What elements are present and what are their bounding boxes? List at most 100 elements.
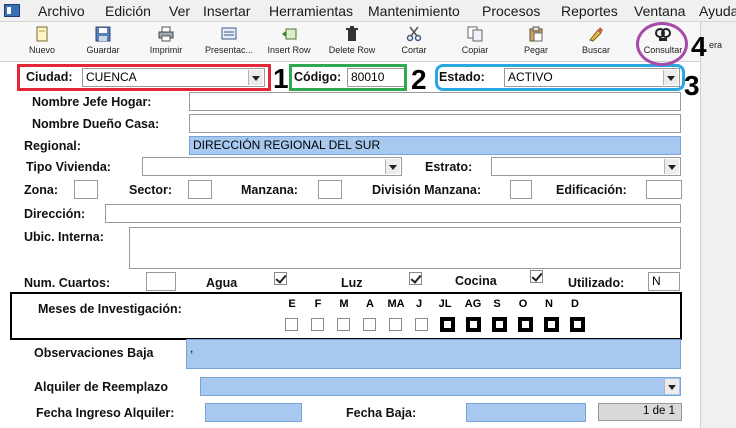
direccion-label: Dirección:	[24, 207, 86, 221]
annotation-circle-4	[636, 22, 688, 66]
new-label: Nuevo	[28, 45, 55, 55]
presentation-button[interactable]: Presentac...	[200, 24, 258, 60]
insert-row-icon	[282, 28, 297, 40]
regional-label: Regional:	[24, 139, 81, 153]
division-manzana-input[interactable]	[510, 180, 532, 199]
presentation-label: Presentac...	[204, 45, 254, 55]
menu-mantenimiento[interactable]: Mantenimiento	[368, 3, 460, 19]
utilizado-input[interactable]: N	[648, 272, 680, 291]
menu-edicion[interactable]: Edición	[105, 3, 151, 19]
paste-label: Pegar	[523, 45, 549, 55]
fecha-ingreso-alquiler-field[interactable]	[205, 403, 302, 422]
menu-ayuda[interactable]: Ayuda	[699, 3, 736, 19]
print-icon	[158, 26, 174, 42]
chevron-down-icon[interactable]	[385, 159, 400, 174]
search-button[interactable]: Buscar	[576, 24, 616, 60]
copy-label: Copiar	[461, 45, 489, 55]
dueno-label: Nombre Dueño Casa:	[32, 117, 160, 131]
dueno-input[interactable]	[189, 114, 681, 133]
menu-ventana[interactable]: Ventana	[634, 3, 685, 19]
menu-procesos[interactable]: Procesos	[482, 3, 540, 19]
annotation-number-3: 3	[684, 70, 700, 101]
save-icon	[95, 26, 111, 42]
delete-row-icon	[346, 26, 358, 41]
mes-checkbox-e[interactable]	[285, 318, 298, 331]
mes-label-e: E	[288, 298, 296, 310]
ubic-interna-label: Ubic. Interna:	[24, 230, 104, 244]
delete-row-button[interactable]: Delete Row	[326, 24, 378, 60]
mes-label-j: J	[415, 298, 423, 310]
estrato-label: Estrato:	[425, 160, 473, 174]
mes-checkbox-n[interactable]	[544, 317, 559, 332]
app-icon[interactable]	[4, 4, 20, 17]
mes-label-n: N	[545, 298, 553, 310]
menu-insertar[interactable]: Insertar	[203, 3, 250, 19]
meses-label: Meses de Investigación:	[38, 302, 182, 316]
menu-herramientas[interactable]: Herramientas	[269, 3, 353, 19]
cocina-checkbox[interactable]	[530, 270, 543, 283]
mes-checkbox-d[interactable]	[570, 317, 585, 332]
paste-icon	[529, 26, 543, 42]
mes-label-s: S	[493, 298, 501, 310]
mes-checkbox-o[interactable]	[518, 317, 533, 332]
tipo-vivienda-combo[interactable]	[142, 157, 402, 176]
manzana-label: Manzana:	[241, 183, 298, 197]
mes-label-d: D	[571, 298, 579, 310]
search-label: Buscar	[581, 45, 610, 55]
mes-checkbox-m[interactable]	[337, 318, 350, 331]
menu-archivo[interactable]: Archivo	[38, 3, 85, 19]
insert-row-label: Insert Row	[267, 45, 311, 55]
direccion-input[interactable]	[105, 204, 681, 223]
ubic-interna-textarea[interactable]	[129, 227, 681, 269]
record-pager: 1 de 1	[598, 403, 682, 421]
manzana-input[interactable]	[318, 180, 342, 199]
cut-button[interactable]: Cortar	[396, 24, 432, 60]
luz-checkbox[interactable]	[409, 272, 422, 285]
cut-icon	[406, 26, 422, 42]
menu-reportes[interactable]: Reportes	[561, 3, 618, 19]
search-icon	[589, 27, 603, 42]
mes-checkbox-f[interactable]	[311, 318, 324, 331]
annotation-box-2	[289, 64, 407, 91]
mes-checkbox-a[interactable]	[363, 318, 376, 331]
alquiler-reemplazo-combo[interactable]	[200, 377, 681, 396]
observaciones-baja-label: Observaciones Baja	[34, 346, 154, 360]
observaciones-value: ,	[190, 341, 194, 355]
estrato-combo[interactable]	[491, 157, 681, 176]
observaciones-baja-field[interactable]: ,	[186, 339, 681, 369]
copy-button[interactable]: Copiar	[456, 24, 494, 60]
mes-label-m: M	[339, 298, 349, 310]
cut-label: Cortar	[401, 45, 427, 55]
new-button[interactable]: Nuevo	[22, 24, 62, 60]
edificacion-input[interactable]	[646, 180, 682, 199]
mes-checkbox-ma[interactable]	[389, 318, 402, 331]
chevron-down-icon[interactable]	[664, 159, 679, 174]
mes-label-ma: MA	[387, 298, 405, 310]
regional-field: DIRECCIÓN REGIONAL DEL SUR	[189, 136, 681, 155]
fecha-baja-label: Fecha Baja:	[346, 406, 417, 420]
mes-label-jl: JL	[438, 298, 452, 310]
jefe-input[interactable]	[189, 92, 681, 111]
mes-checkbox-jl[interactable]	[440, 317, 455, 332]
cocina-label: Cocina	[455, 274, 497, 288]
menu-ver[interactable]: Ver	[169, 3, 190, 19]
annotation-box-3	[435, 64, 685, 91]
sector-input[interactable]	[188, 180, 212, 199]
mes-checkbox-j[interactable]	[415, 318, 428, 331]
agua-checkbox[interactable]	[274, 272, 287, 285]
zona-input[interactable]	[74, 180, 98, 199]
insert-row-button[interactable]: Insert Row	[264, 24, 314, 60]
save-button[interactable]: Guardar	[80, 24, 126, 60]
toolbar: Nuevo Guardar Imprimir Presentac... Inse…	[0, 22, 700, 62]
mes-checkbox-s[interactable]	[492, 317, 507, 332]
sector-label: Sector:	[129, 183, 173, 197]
paste-button[interactable]: Pegar	[518, 24, 554, 60]
num-cuartos-input[interactable]	[146, 272, 176, 291]
utilizado-value: N	[652, 274, 661, 288]
fecha-baja-field[interactable]	[466, 403, 586, 422]
chevron-down-icon[interactable]	[664, 379, 679, 394]
print-button[interactable]: Imprimir	[144, 24, 188, 60]
mes-checkbox-ag[interactable]	[466, 317, 481, 332]
annotation-number-4: 4	[691, 31, 707, 62]
side-panel: era	[700, 22, 736, 428]
